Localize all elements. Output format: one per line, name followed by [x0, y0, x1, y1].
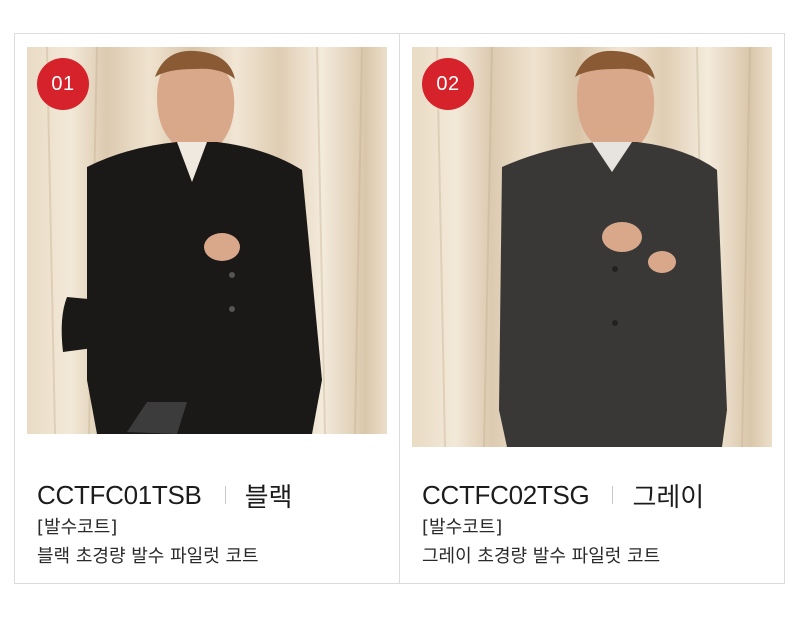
product-description: 그레이 초경량 발수 파일럿 코트 [422, 546, 661, 567]
product-title-row: CCTFC02TSG 그레이 [422, 478, 705, 513]
product-color-name: 블랙 [244, 482, 293, 513]
product-code: CCTFC01TSB [37, 479, 202, 510]
product-panel: 01 CCTFC01TSB 블랙 [발수코트] 블랙 초경량 발수 파일럿 코트 [14, 33, 785, 584]
product-number-badge: 01 [37, 58, 89, 110]
product-description: 블랙 초경량 발수 파일럿 코트 [37, 546, 259, 567]
product-color-name: 그레이 [632, 482, 705, 513]
product-photo-1[interactable]: 01 [27, 47, 387, 434]
product-category: [발수코트] [37, 517, 118, 538]
product-category: [발수코트] [422, 517, 503, 538]
product-photo-2[interactable]: 02 [412, 47, 772, 447]
product-card-1[interactable]: 01 CCTFC01TSB 블랙 [발수코트] 블랙 초경량 발수 파일럿 코트 [15, 34, 399, 583]
title-separator [224, 486, 226, 504]
product-title-row: CCTFC01TSB 블랙 [37, 478, 293, 513]
product-number-badge: 02 [422, 58, 474, 110]
product-code: CCTFC02TSG [422, 479, 590, 510]
product-card-2[interactable]: 02 CCTFC02TSG 그레이 [발수코트] 그레이 초경량 발수 파일럿 … [400, 34, 785, 583]
model-black-coat-image [46, 47, 363, 434]
model-grey-coat-image [436, 47, 751, 447]
title-separator [612, 486, 614, 504]
